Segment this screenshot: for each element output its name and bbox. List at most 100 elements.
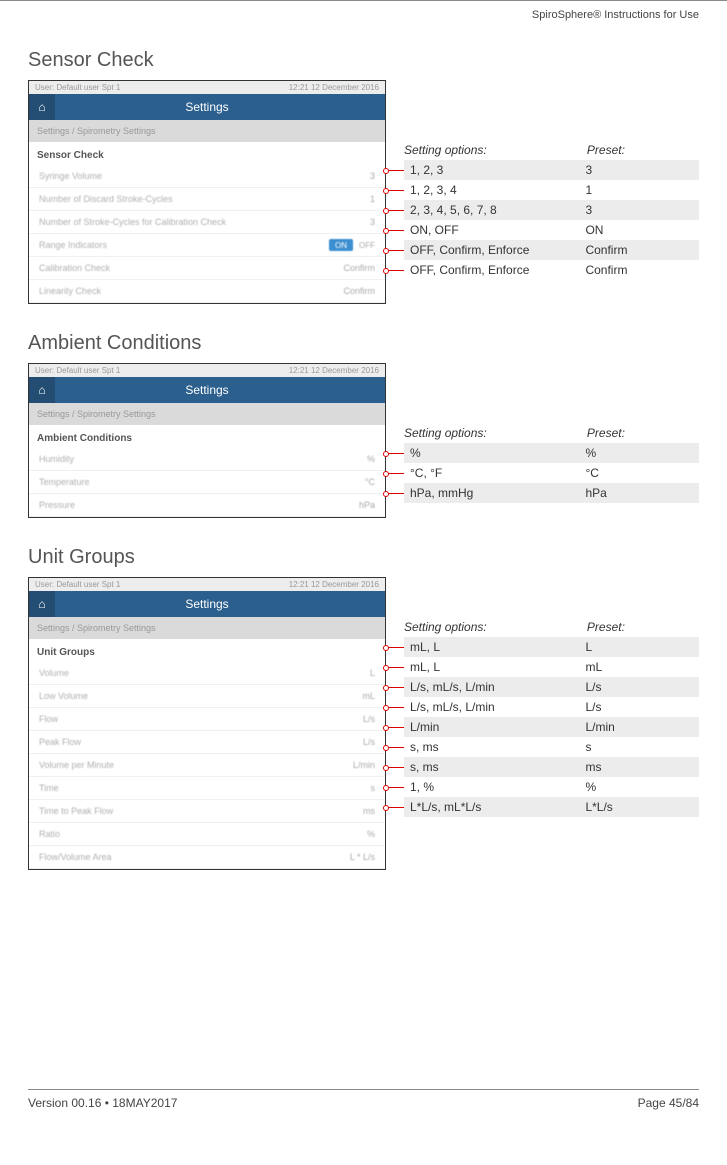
- shot-statusbar: User: Default user Spt 1 12:21 12 Decemb…: [29, 364, 385, 377]
- option-row: ON, OFFON: [404, 220, 699, 240]
- toggle-switch[interactable]: ONOFF: [329, 239, 375, 251]
- options-cell: OFF, Confirm, Enforce: [410, 243, 585, 257]
- shot-statusbar: User: Default user Spt 1 12:21 12 Decemb…: [29, 578, 385, 591]
- settings-row[interactable]: Pressure hPa: [29, 494, 385, 517]
- settings-row[interactable]: Flow/Volume Area L * L/s: [29, 846, 385, 869]
- row-label: Humidity: [39, 454, 74, 464]
- options-cell: s, ms: [410, 740, 585, 754]
- settings-row[interactable]: Low VolumemL: [29, 685, 385, 708]
- connector-line: [386, 747, 404, 748]
- connector-line: [386, 767, 404, 768]
- row-label: Pressure: [39, 500, 75, 510]
- row-label: Temperature: [39, 477, 90, 487]
- option-row: OFF, Confirm, EnforceConfirm: [404, 260, 699, 280]
- row-value: hPa: [359, 500, 375, 510]
- option-row: °C, °F°C: [404, 463, 699, 483]
- settings-row[interactable]: Range Indicators ONOFF: [29, 234, 385, 257]
- preset-cell: 3: [585, 163, 693, 177]
- connector-line: [386, 190, 404, 191]
- row-value: °C: [365, 477, 375, 487]
- section-title-ambient: Ambient Conditions: [28, 332, 699, 355]
- preset-cell: s: [585, 740, 693, 754]
- row-label: Ratio: [39, 829, 60, 839]
- option-row: 2, 3, 4, 5, 6, 7, 83: [404, 200, 699, 220]
- connector-line: [386, 210, 404, 211]
- option-row: L/minL/min: [404, 717, 699, 737]
- page-footer: Version 00.16 • 18MAY2017 Page 45/84: [28, 1089, 699, 1110]
- shot-header: ⌂ Settings: [29, 377, 385, 403]
- connector-line: [386, 453, 404, 454]
- opts-header: Setting options: Preset:: [404, 617, 699, 637]
- option-row: 1, %%: [404, 777, 699, 797]
- connector-line: [386, 687, 404, 688]
- settings-row[interactable]: Calibration CheckConfirm: [29, 257, 385, 280]
- units-block: User: Default user Spt 1 12:21 12 Decemb…: [28, 577, 699, 870]
- row-label: Peak Flow: [39, 737, 81, 747]
- preset-cell: hPa: [585, 486, 693, 500]
- settings-row[interactable]: Peak Flow L/s: [29, 731, 385, 754]
- preset-cell: L/s: [585, 700, 693, 714]
- option-row: 1, 2, 33: [404, 160, 699, 180]
- home-icon[interactable]: ⌂: [29, 377, 55, 403]
- settings-row[interactable]: Linearity CheckConfirm: [29, 280, 385, 303]
- row-label: Range Indicators: [39, 240, 107, 250]
- row-value: L/min: [353, 760, 375, 770]
- options-cell: mL, L: [410, 660, 585, 674]
- settings-row[interactable]: Time to Peak Flowms: [29, 800, 385, 823]
- preset-cell: L/s: [585, 680, 693, 694]
- preset-cell: °C: [585, 466, 693, 480]
- ambient-screenshot: User: Default user Spt 1 12:21 12 Decemb…: [28, 363, 386, 518]
- connector-line: [386, 170, 404, 171]
- settings-row[interactable]: Syringe Volume3: [29, 165, 385, 188]
- option-row: L/s, mL/s, L/minL/s: [404, 697, 699, 717]
- connector-line: [386, 787, 404, 788]
- row-label: Flow: [39, 714, 58, 724]
- row-label: Time to Peak Flow: [39, 806, 113, 816]
- options-cell: hPa, mmHg: [410, 486, 585, 500]
- shot-section-label: Sensor Check: [29, 142, 385, 165]
- option-row: L*L/s, mL*L/sL*L/s: [404, 797, 699, 817]
- connector-line: [386, 230, 404, 231]
- row-value: L: [370, 668, 375, 678]
- row-value: L * L/s: [350, 852, 375, 862]
- row-value: L/s: [363, 737, 375, 747]
- settings-row[interactable]: VolumeL: [29, 662, 385, 685]
- options-cell: L/min: [410, 720, 585, 734]
- option-row: s, msms: [404, 757, 699, 777]
- row-value: L/s: [363, 714, 375, 724]
- preset-cell: 3: [585, 203, 693, 217]
- preset-cell: 1: [585, 183, 693, 197]
- row-value: %: [367, 454, 375, 464]
- breadcrumb: Settings / Spirometry Settings: [29, 617, 385, 639]
- settings-row[interactable]: Humidity%: [29, 448, 385, 471]
- options-cell: L*L/s, mL*L/s: [410, 800, 585, 814]
- breadcrumb: Settings / Spirometry Settings: [29, 120, 385, 142]
- connector-line: [386, 667, 404, 668]
- row-label: Flow/Volume Area: [39, 852, 112, 862]
- preset-cell: %: [585, 780, 693, 794]
- settings-row[interactable]: Volume per MinuteL/min: [29, 754, 385, 777]
- connector-line: [386, 250, 404, 251]
- settings-row[interactable]: Flow L/s: [29, 708, 385, 731]
- preset-cell: ms: [585, 760, 693, 774]
- preset-cell: Confirm: [585, 263, 693, 277]
- settings-row[interactable]: Number of Stroke-Cycles for Calibration …: [29, 211, 385, 234]
- breadcrumb: Settings / Spirometry Settings: [29, 403, 385, 425]
- settings-row[interactable]: Times: [29, 777, 385, 800]
- options-cell: %: [410, 446, 585, 460]
- options-cell: °C, °F: [410, 466, 585, 480]
- row-value: Confirm: [343, 286, 375, 296]
- home-icon[interactable]: ⌂: [29, 94, 55, 120]
- units-screenshot: User: Default user Spt 1 12:21 12 Decemb…: [28, 577, 386, 870]
- row-value: Confirm: [343, 263, 375, 273]
- home-icon[interactable]: ⌂: [29, 591, 55, 617]
- settings-row[interactable]: Temperature °C: [29, 471, 385, 494]
- settings-row[interactable]: Number of Discard Stroke-Cycles1: [29, 188, 385, 211]
- preset-cell: ON: [585, 223, 693, 237]
- option-row: 1, 2, 3, 41: [404, 180, 699, 200]
- connector-line: [386, 647, 404, 648]
- options-cell: 1, 2, 3, 4: [410, 183, 585, 197]
- options-cell: L/s, mL/s, L/min: [410, 680, 585, 694]
- preset-cell: L: [585, 640, 693, 654]
- settings-row[interactable]: Ratio%: [29, 823, 385, 846]
